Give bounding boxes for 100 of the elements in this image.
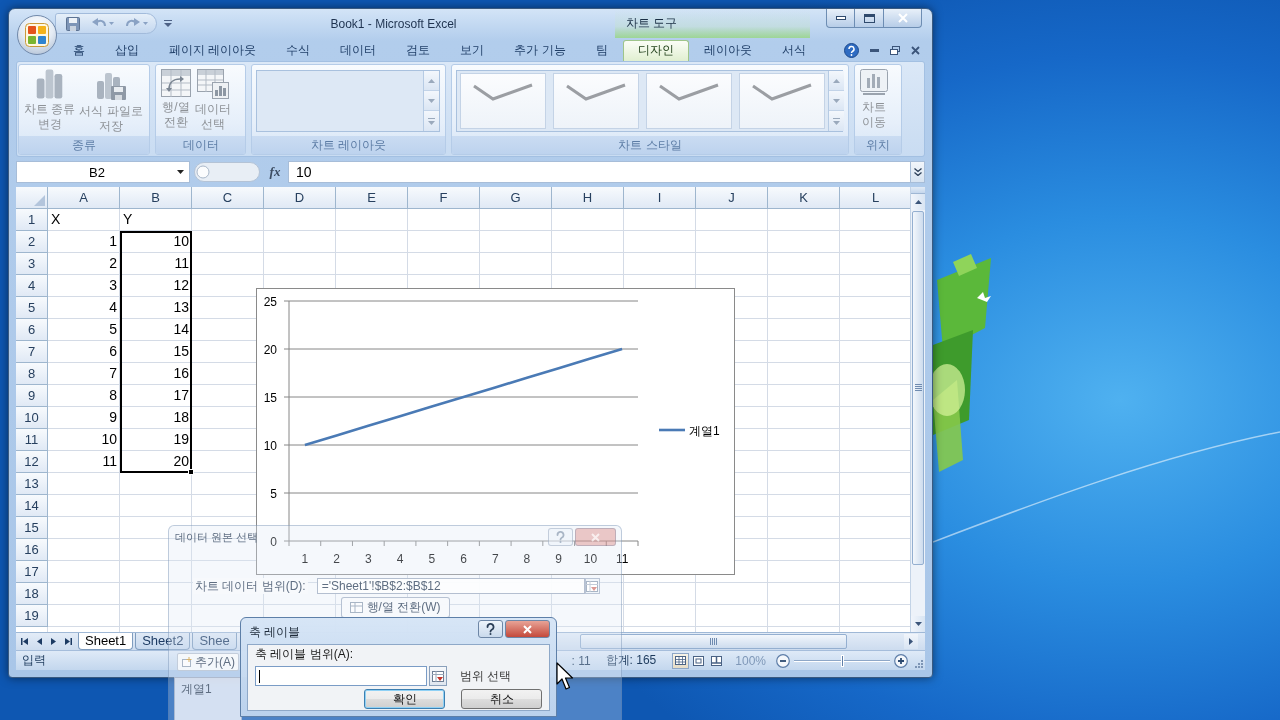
maximize-button[interactable]	[855, 9, 884, 28]
row-header[interactable]: 19	[16, 605, 48, 627]
previous-sheet-icon[interactable]	[37, 638, 42, 645]
column-header[interactable]: F	[408, 187, 480, 209]
table-cell-text: 4	[108, 298, 118, 317]
sheet-tab[interactable]: Shee	[192, 633, 237, 650]
column-header[interactable]: B	[120, 187, 192, 209]
insert-function-button[interactable]: fx	[267, 164, 283, 180]
ribbon-tab[interactable]: 데이터	[325, 40, 392, 61]
scroll-thumb[interactable]	[912, 211, 924, 565]
row-header[interactable]: 1	[16, 209, 48, 231]
row-header[interactable]: 4	[16, 275, 48, 297]
zoom-in-icon[interactable]	[894, 653, 908, 668]
splitter-handle[interactable]	[194, 162, 260, 182]
office-button[interactable]	[17, 15, 57, 55]
name-box[interactable]: B2	[16, 161, 190, 183]
table-cell-text: 2	[108, 254, 118, 273]
row-header[interactable]: 18	[16, 583, 48, 605]
chart-style-option[interactable]	[553, 73, 639, 129]
row-header[interactable]: 17	[16, 561, 48, 583]
gallery-up-button[interactable]	[829, 71, 844, 91]
column-header[interactable]: G	[480, 187, 552, 209]
gallery-up-button[interactable]	[424, 71, 439, 91]
chart-style-option[interactable]	[739, 73, 825, 129]
dialog-button[interactable]: 확인	[364, 689, 445, 709]
row-header[interactable]: 6	[16, 319, 48, 341]
range-select-button[interactable]	[429, 666, 447, 686]
axis-tick-label: 6	[460, 552, 467, 566]
close-icon[interactable]	[911, 46, 920, 55]
first-sheet-icon[interactable]	[21, 638, 28, 645]
gallery-down-button[interactable]	[829, 91, 844, 111]
restore-icon[interactable]	[890, 46, 900, 55]
add-series-button[interactable]: 추가(A)	[177, 653, 239, 671]
caret-down-icon[interactable]	[177, 170, 184, 174]
row-header[interactable]: 15	[16, 517, 48, 539]
row-header[interactable]: 12	[16, 451, 48, 473]
help-icon[interactable]	[844, 43, 859, 58]
range-field[interactable]: ='Sheet1'!$B$2:$B$12	[316, 578, 585, 594]
column-header[interactable]: I	[624, 187, 696, 209]
row-header[interactable]: 9	[16, 385, 48, 407]
select-all-button[interactable]	[16, 187, 48, 209]
ribbon-tab[interactable]: 검토	[391, 40, 446, 61]
row-header[interactable]: 7	[16, 341, 48, 363]
row-header[interactable]: 14	[16, 495, 48, 517]
dialog-button[interactable]: 취소	[461, 689, 542, 709]
ribbon-tab[interactable]: 수식	[271, 40, 326, 61]
zoom-out-icon[interactable]	[776, 653, 790, 668]
column-header[interactable]: D	[264, 187, 336, 209]
row-header[interactable]: 13	[16, 473, 48, 495]
input-field[interactable]	[255, 666, 427, 686]
minimize-button[interactable]	[826, 9, 855, 28]
ribbon-tab[interactable]: 서식	[766, 40, 821, 61]
formula-field[interactable]: 10	[288, 161, 910, 183]
scroll-thumb[interactable]	[580, 634, 847, 649]
row-header[interactable]: 5	[16, 297, 48, 319]
scroll-down-button[interactable]	[911, 616, 925, 632]
ribbon-tab[interactable]: 홈	[58, 40, 100, 61]
row-header[interactable]: 11	[16, 429, 48, 451]
row-header[interactable]: 8	[16, 363, 48, 385]
column-header[interactable]: H	[552, 187, 624, 209]
next-sheet-icon[interactable]	[51, 638, 56, 645]
scroll-right-button[interactable]	[904, 634, 918, 649]
row-header[interactable]: 16	[16, 539, 48, 561]
column-header[interactable]: C	[192, 187, 264, 209]
fill-handle[interactable]	[188, 469, 194, 475]
slider-thumb[interactable]	[841, 654, 844, 667]
ribbon-tab[interactable]: 추가 기능	[499, 40, 581, 61]
ribbon-tab[interactable]: 디자인	[622, 40, 689, 61]
axis-tick-label: 5	[270, 486, 277, 501]
last-sheet-icon[interactable]	[65, 638, 72, 645]
customize-toolbar-icon[interactable]	[164, 20, 172, 27]
scroll-up-button[interactable]	[911, 194, 925, 210]
column-header[interactable]: E	[336, 187, 408, 209]
close-button[interactable]	[505, 620, 550, 638]
view-button[interactable]	[672, 652, 690, 669]
save-icon[interactable]	[66, 16, 80, 31]
chart-style-option[interactable]	[646, 73, 732, 129]
ribbon-tab[interactable]: 보기	[445, 40, 500, 61]
ribbon-tab[interactable]: 삽입	[100, 40, 154, 61]
column-header[interactable]: J	[696, 187, 768, 209]
sheet-tab[interactable]: Sheet1	[78, 633, 134, 650]
close-button[interactable]	[884, 9, 922, 28]
chart-style-option[interactable]	[460, 73, 546, 129]
gallery-more-button[interactable]	[829, 111, 844, 131]
list-item[interactable]: 계열1	[181, 681, 235, 698]
row-header[interactable]: 2	[16, 231, 48, 253]
ribbon-tab[interactable]: 팀	[580, 40, 623, 61]
column-header[interactable]: A	[48, 187, 120, 209]
help-button[interactable]	[478, 620, 503, 638]
row-header[interactable]: 3	[16, 253, 48, 275]
column-header[interactable]: L	[840, 187, 910, 209]
axis-tick-label: 15	[263, 390, 277, 405]
axis-tick-label: 8	[523, 552, 531, 566]
ribbon-tab[interactable]: 페이지 레이아웃	[154, 40, 272, 61]
expand-formula-bar-button[interactable]	[910, 161, 925, 183]
column-header[interactable]: K	[768, 187, 840, 209]
ribbon-tab[interactable]: 레이아웃	[688, 40, 767, 61]
sheet-tab[interactable]: Sheet2	[135, 633, 191, 650]
gallery-down-button[interactable]	[424, 91, 439, 111]
row-header[interactable]: 10	[16, 407, 48, 429]
